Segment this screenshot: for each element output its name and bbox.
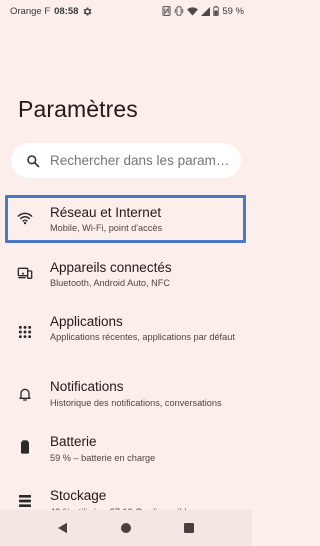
settings-item-subtitle: 59 % – batterie en charge bbox=[50, 453, 156, 463]
navigation-bar bbox=[0, 510, 252, 546]
settings-item-title: Batterie bbox=[50, 434, 97, 449]
gear-icon bbox=[82, 6, 93, 17]
settings-item-subtitle: Mobile, Wi-Fi, point d'accès bbox=[50, 223, 163, 233]
page-title: Paramètres bbox=[18, 96, 138, 122]
signal-icon bbox=[201, 6, 211, 16]
status-bar: Orange F 08:58 59 % bbox=[0, 0, 252, 22]
battery-icon bbox=[213, 6, 220, 16]
settings-item-subtitle: Applications récentes, applications par … bbox=[50, 332, 235, 342]
settings-item-battery[interactable]: Batterie 59 % – batterie en charge bbox=[0, 428, 252, 472]
bell-icon bbox=[17, 386, 33, 402]
clock: 08:58 bbox=[54, 5, 79, 17]
settings-item-subtitle: Historique des notifications, conversati… bbox=[50, 398, 222, 408]
apps-grid-icon bbox=[17, 324, 33, 340]
wifi-icon bbox=[187, 6, 199, 16]
search-icon bbox=[26, 154, 40, 168]
wifi-icon bbox=[17, 210, 33, 226]
home-icon[interactable] bbox=[119, 521, 133, 535]
vibrate-icon bbox=[174, 6, 184, 16]
battery-percent: 59 % bbox=[222, 5, 244, 17]
status-left: Orange F 08:58 bbox=[10, 6, 93, 17]
settings-item-network[interactable]: Réseau et Internet Mobile, Wi-Fi, point … bbox=[0, 195, 252, 243]
search-bar[interactable] bbox=[11, 143, 241, 178]
carrier-label: Orange F bbox=[10, 5, 51, 17]
settings-item-notifications[interactable]: Notifications Historique des notificatio… bbox=[0, 373, 252, 417]
search-input[interactable] bbox=[50, 153, 235, 168]
nfc-icon bbox=[162, 6, 171, 16]
settings-item-apps[interactable]: Applications Applications récentes, appl… bbox=[0, 308, 252, 358]
settings-item-subtitle: Bluetooth, Android Auto, NFC bbox=[50, 278, 171, 288]
settings-item-title: Réseau et Internet bbox=[50, 205, 162, 220]
status-right: 59 % bbox=[162, 6, 244, 17]
back-icon[interactable] bbox=[56, 521, 70, 535]
settings-item-connected-devices[interactable]: Appareils connectés Bluetooth, Android A… bbox=[0, 252, 252, 296]
settings-item-title: Stockage bbox=[50, 488, 107, 503]
storage-icon bbox=[17, 493, 33, 509]
battery-icon bbox=[17, 438, 33, 454]
settings-item-title: Appareils connectés bbox=[50, 260, 172, 275]
settings-item-title: Applications bbox=[50, 314, 123, 329]
recents-icon[interactable] bbox=[182, 521, 196, 535]
settings-item-title: Notifications bbox=[50, 379, 124, 394]
connected-devices-icon bbox=[17, 265, 33, 281]
